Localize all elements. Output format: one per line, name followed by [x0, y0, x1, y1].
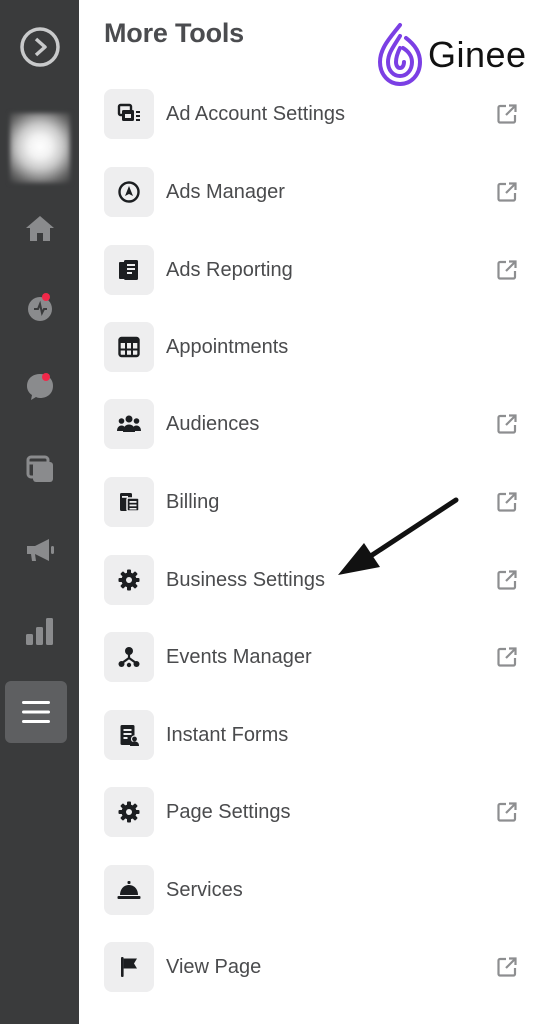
gear-icon — [118, 569, 140, 591]
external-link-icon — [494, 411, 520, 437]
external-link-icon — [494, 257, 520, 283]
tool-label: Audiences — [166, 412, 260, 435]
tool-label: Instant Forms — [166, 723, 289, 746]
posts-icon — [26, 455, 53, 482]
circle-arrow-icon — [19, 27, 60, 67]
tool-label: Services — [166, 878, 243, 901]
rail-messages[interactable] — [0, 356, 79, 416]
gear-icon — [118, 801, 140, 823]
tool-label: Ads Reporting — [166, 258, 293, 281]
tool-view-page[interactable]: View Page — [104, 942, 524, 992]
report-icon — [119, 260, 138, 280]
menu-icon — [21, 701, 50, 723]
calendar-grid-icon — [118, 336, 140, 358]
tool-label: Ads Manager — [166, 180, 285, 203]
tool-icon-tile — [104, 942, 154, 992]
rail-ads[interactable] — [0, 520, 79, 580]
tool-services[interactable]: Services — [104, 865, 524, 915]
page-title: More Tools — [104, 18, 245, 48]
compass-icon — [118, 181, 140, 203]
external-link-icon — [494, 489, 520, 515]
tool-page-settings[interactable]: Page Settings — [104, 787, 524, 837]
tool-icon-tile — [104, 167, 154, 217]
tool-label: View Page — [166, 955, 262, 978]
tool-icon-tile — [104, 710, 154, 760]
avatar[interactable] — [10, 113, 70, 183]
chat-bubble-icon — [26, 374, 53, 400]
ginee-logo-mark-icon — [377, 23, 423, 87]
tool-instant-forms[interactable]: Instant Forms — [104, 710, 524, 760]
tool-icon-tile — [104, 865, 154, 915]
tool-icon-tile — [104, 245, 154, 295]
tool-label: Appointments — [166, 335, 289, 358]
tool-ads-reporting[interactable]: Ads Reporting — [104, 245, 524, 295]
rail-activity[interactable] — [0, 278, 79, 338]
tool-icon-tile — [104, 787, 154, 837]
billing-stack-icon — [120, 493, 140, 512]
activity-icon — [27, 297, 52, 321]
notification-dot — [42, 293, 50, 301]
events-nodes-icon — [118, 647, 140, 668]
tool-icon-tile — [104, 89, 154, 139]
tool-icon-tile — [104, 477, 154, 527]
external-link-icon — [494, 101, 520, 127]
external-link-icon — [494, 799, 520, 825]
megaphone-icon — [26, 539, 54, 561]
tool-icon-tile — [104, 322, 154, 372]
home-icon — [25, 216, 54, 241]
external-link-icon — [494, 179, 520, 205]
bar-chart-icon — [25, 618, 53, 645]
external-link-icon — [494, 567, 520, 593]
tool-appointments[interactable]: Appointments — [104, 322, 524, 372]
rail-home[interactable] — [0, 198, 79, 258]
external-link-icon — [494, 644, 520, 670]
tool-events-manager[interactable]: Events Manager — [104, 632, 524, 682]
tool-icon-tile — [104, 555, 154, 605]
ad-account-icon — [117, 103, 140, 121]
annotation-arrow-icon — [338, 497, 459, 575]
rail-insights[interactable] — [0, 601, 79, 661]
tool-ad-account-settings[interactable]: Ad Account Settings — [104, 89, 524, 139]
tool-label: Page Settings — [166, 800, 291, 823]
rail-posts[interactable] — [0, 439, 79, 499]
tool-icon-tile — [104, 399, 154, 449]
left-nav-rail — [0, 0, 79, 1024]
tool-icon-tile — [104, 632, 154, 682]
tool-ads-manager[interactable]: Ads Manager — [104, 167, 524, 217]
rail-menu[interactable] — [0, 682, 75, 742]
meta-logo-button[interactable] — [0, 17, 79, 77]
service-bell-icon — [117, 881, 141, 899]
flag-icon — [121, 957, 137, 977]
notification-dot — [42, 373, 50, 381]
tool-label: Ad Account Settings — [166, 102, 346, 125]
people-icon — [117, 415, 141, 432]
tool-audiences[interactable]: Audiences — [104, 399, 524, 449]
form-icon — [120, 725, 139, 746]
brand-name: Ginee — [428, 34, 527, 75]
external-link-icon — [494, 954, 520, 980]
tool-label: Events Manager — [166, 645, 312, 668]
brand-logo: Ginee — [376, 22, 527, 88]
